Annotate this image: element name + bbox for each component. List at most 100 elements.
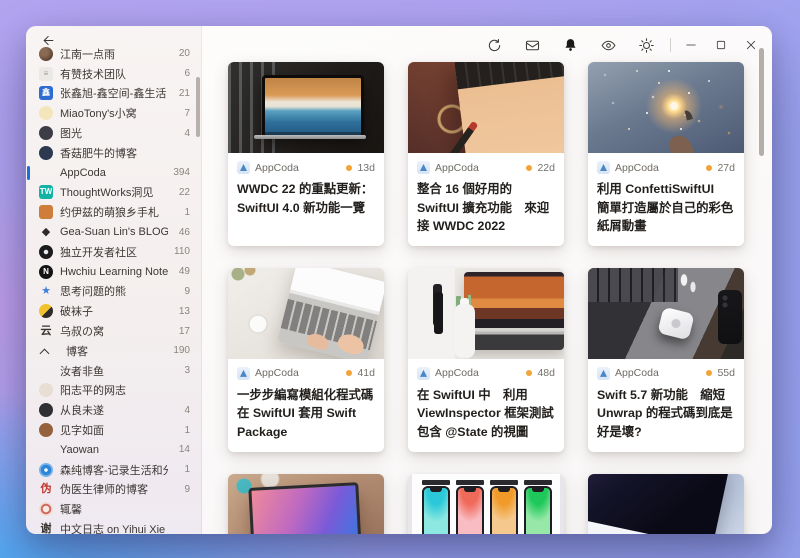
feed-favicon-icon (39, 205, 53, 220)
feed-source-icon (417, 161, 430, 174)
feed-label: 阳志平的网志 (60, 385, 126, 398)
sidebar-feed-item[interactable]: 汝者非鱼 3 (26, 361, 202, 381)
feed-label: 辄馨 (60, 504, 82, 517)
sidebar-feed-item[interactable]: 破袜子 13 (26, 301, 202, 321)
feed-label: 中文日志 on Yihui Xie | 谢益辉 (60, 524, 168, 534)
sidebar-feed-item[interactable]: 阳志平的网志 (26, 381, 202, 401)
article-thumbnail (408, 62, 564, 153)
sidebar-feed-item[interactable]: AppCoda 394 (26, 163, 202, 183)
feed-favicon-icon (39, 443, 53, 457)
article-card-grid: AppCoda 13d WWDC 22 的重點更新：SwiftUI 4.0 新功… (228, 62, 744, 534)
unread-dot-icon (346, 164, 353, 171)
feed-label: 约伊兹的萌狼乡手札 (60, 207, 159, 220)
article-thumbnail (228, 473, 384, 534)
article-title: WWDC 22 的重點更新：SwiftUI 4.0 新功能一覽 (237, 182, 374, 215)
article-list-scrollbar-thumb[interactable] (759, 48, 764, 156)
hide-read-button[interactable] (589, 30, 627, 60)
feed-unread-count: 1 (184, 206, 190, 218)
sidebar-feed-item[interactable]: ≡ 有赞技术团队 6 (26, 64, 202, 84)
thumbnail-shape (490, 479, 518, 534)
article-age: 13d (357, 161, 375, 174)
sidebar-feed-item[interactable]: 江南一点雨 20 (26, 44, 202, 64)
feed-source-name: AppCoda (255, 367, 299, 380)
sidebar-feed-item[interactable]: TW ThoughtWorks洞见 22 (26, 183, 202, 203)
feed-favicon-icon (39, 244, 53, 259)
feed-label: 图光 (60, 128, 82, 141)
minimize-button[interactable] (676, 30, 706, 60)
feed-favicon-icon (39, 106, 53, 121)
article-card[interactable]: AppCoda 13d WWDC 22 的重點更新：SwiftUI 4.0 新功… (228, 62, 384, 246)
feed-favicon-icon (39, 502, 53, 517)
settings-button[interactable] (627, 30, 665, 60)
feed-unread-count: 22 (178, 186, 190, 198)
article-card-body: AppCoda 55d Swift 5.7 新功能 縮短 Unwrap 的程式碼… (588, 359, 744, 452)
sidebar-feed-item[interactable]: 见字如面 1 (26, 420, 202, 440)
article-meta: AppCoda 48d (417, 366, 555, 380)
article-card[interactable]: AppCoda 41d 一步步編寫模組化程式碼 在 SwiftUI 套用 Swi… (228, 267, 384, 452)
feed-unread-count: 13 (178, 305, 190, 317)
feed-source-icon (237, 366, 250, 380)
sidebar-feed-item[interactable]: ◆ Gea-Suan Lin's BLOG 46 (26, 222, 202, 242)
feed-source-name: AppCoda (615, 161, 659, 174)
sidebar-feed-item[interactable]: 图光 4 (26, 123, 202, 143)
feed-label: 伪医生律师的博客 (60, 484, 148, 497)
article-card[interactable]: AppCoda 48d 在 SwiftUI 中 利用 ViewInspector… (408, 267, 564, 452)
article-card-body: AppCoda 27d 利用 ConfettiSwiftUI 簡單打造屬於自己的… (588, 153, 744, 246)
sidebar-feed-item[interactable]: 约伊兹的萌狼乡手札 1 (26, 202, 202, 222)
sidebar-feed-item[interactable]: ★ 思考问题的熊 9 (26, 282, 202, 302)
sidebar-feed-item[interactable]: 鑫 张鑫旭-鑫空间-鑫生活 21 (26, 84, 202, 104)
feed-unread-count: 4 (184, 127, 190, 139)
article-age: 22d (537, 161, 555, 174)
feed-list: 江南一点雨 20 ≡ 有赞技术团队 6 鑫 张鑫旭-鑫空间-鑫生活 21 Mia… (26, 44, 202, 534)
article-card-body: AppCoda 41d 一步步編寫模組化程式碼 在 SwiftUI 套用 Swi… (228, 359, 384, 452)
sidebar-feed-item[interactable]: 独立开发者社区 110 (26, 242, 202, 262)
sidebar-feed-item[interactable]: N Hwchiu Learning Note 49 (26, 262, 202, 282)
collapse-chevron-icon (39, 347, 53, 355)
notifications-button[interactable] (551, 30, 589, 60)
feed-source-icon (597, 366, 610, 380)
article-thumbnail (228, 267, 384, 359)
sidebar-feed-item[interactable]: 香菇肥牛的博客 (26, 143, 202, 163)
feed-favicon-icon: 谢 (40, 522, 52, 534)
feed-source-icon (417, 366, 430, 380)
mark-all-read-button[interactable] (513, 30, 551, 60)
unread-dot-icon (346, 370, 353, 377)
feed-label: Hwchiu Learning Note (60, 265, 168, 278)
sidebar-feed-item[interactable]: 森纯博客-记录生活和分享知识的… 1 (26, 460, 202, 480)
sidebar-scrollbar-thumb[interactable] (196, 77, 200, 137)
article-thumbnail (408, 473, 564, 534)
maximize-button[interactable] (706, 30, 736, 60)
thumbnail-shape (524, 479, 552, 534)
article-age: 55d (717, 367, 735, 380)
feed-label: 博客 (66, 345, 88, 358)
article-title: 利用 ConfettiSwiftUI 簡單打造屬於自己的彩色紙屑動畫 (597, 182, 734, 234)
sidebar-feed-item[interactable]: 云 乌叔の窝 17 (26, 321, 202, 341)
sidebar-feed-item[interactable]: 伪 伪医生律师的博客 9 (26, 480, 202, 500)
feed-label: 乌叔の窝 (60, 326, 104, 339)
feed-label: 破袜子 (60, 306, 93, 319)
article-card[interactable] (228, 473, 384, 534)
article-title: 在 SwiftUI 中 利用 ViewInspector 框架測試包含 @Sta… (417, 387, 554, 440)
article-card[interactable] (588, 473, 744, 534)
sync-button[interactable] (475, 30, 513, 60)
article-card[interactable]: AppCoda 55d Swift 5.7 新功能 縮短 Unwrap 的程式碼… (588, 267, 744, 452)
sidebar-feed-item[interactable]: 辄馨 (26, 499, 202, 519)
feed-label: 思考问题的熊 (60, 286, 126, 299)
minimize-icon (686, 44, 696, 46)
sidebar-feed-item[interactable]: MiaoTony's小窝 7 (26, 103, 202, 123)
maximize-icon (716, 40, 726, 50)
sidebar-group-header[interactable]: 博客 190 (26, 341, 202, 361)
feed-favicon-icon (39, 166, 53, 180)
article-meta: AppCoda 55d (597, 366, 735, 380)
article-card[interactable]: AppCoda 27d 利用 ConfettiSwiftUI 簡單打造屬於自己的… (588, 62, 744, 246)
sidebar-feed-item[interactable]: Yaowan 14 (26, 440, 202, 460)
sidebar-feed-item[interactable]: 谢 中文日志 on Yihui Xie | 谢益辉 (26, 519, 202, 534)
feed-unread-count: 17 (178, 325, 190, 337)
feed-source-name: AppCoda (615, 367, 659, 380)
article-card[interactable] (408, 473, 564, 534)
feed-label: 江南一点雨 (60, 48, 115, 61)
sidebar-feed-item[interactable]: 从良未遂 4 (26, 400, 202, 420)
article-list-panel: AppCoda 13d WWDC 22 的重點更新：SwiftUI 4.0 新功… (202, 26, 772, 534)
article-card[interactable]: AppCoda 22d 整合 16 個好用的 SwiftUI 擴充功能 來迎接 … (408, 62, 564, 246)
article-age: 41d (357, 367, 375, 380)
